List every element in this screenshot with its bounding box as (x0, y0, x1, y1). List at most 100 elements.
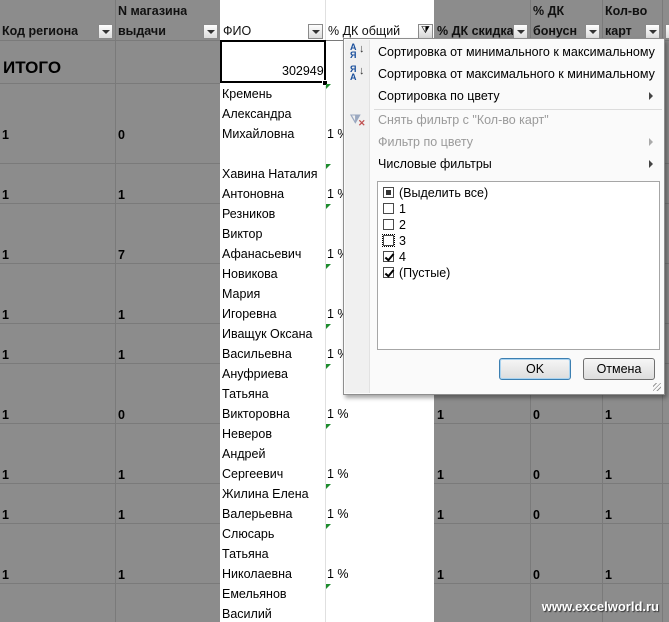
filter-checkbox[interactable] (383, 203, 394, 214)
menu-clear-filter: Снять фильтр с "Кол-во карт" (378, 113, 549, 127)
error-indicator-icon (326, 164, 331, 169)
filter-button-extra[interactable] (665, 24, 669, 39)
filter-button-dk-total[interactable]: ⧩ (418, 24, 433, 39)
sort-descending-icon: Я A ↓ (350, 64, 365, 82)
region-value: 1 (2, 128, 9, 142)
error-indicator-icon (326, 84, 331, 89)
menu-icon-strip (345, 40, 370, 393)
filter-button-fio[interactable] (308, 24, 323, 39)
region-value: 1 (2, 348, 9, 362)
filter-values-list[interactable]: (Выделить все) 1 2 3 4 (Пустые) (377, 181, 660, 350)
submenu-arrow-icon (649, 160, 653, 168)
dk-discount-value: 1 (437, 508, 444, 522)
filter-checkbox[interactable] (382, 234, 395, 247)
region-value: 1 (2, 188, 9, 202)
filter-button-dk-bonus[interactable] (585, 24, 600, 39)
ok-button[interactable]: OK (499, 358, 571, 380)
row-line (0, 363, 220, 364)
region-value: 1 (2, 508, 9, 522)
dk-discount-value: 1 (437, 468, 444, 482)
filter-checkbox[interactable] (383, 251, 394, 262)
filter-value-label[interactable]: 1 (399, 201, 406, 217)
store-value: 1 (118, 188, 125, 202)
filter-value-label[interactable]: 3 (399, 233, 406, 249)
filter-value-label[interactable]: (Пустые) (399, 265, 450, 281)
fio-line: Васильевна (222, 347, 292, 361)
row-line (0, 583, 220, 584)
row-line (0, 203, 220, 204)
row-line (0, 523, 220, 524)
filter-button-region[interactable] (98, 24, 113, 39)
fio-line: Иващук Оксана (222, 327, 313, 341)
filter-checkbox[interactable] (383, 267, 394, 278)
watermark: www.excelworld.ru (541, 599, 659, 614)
fio-line: Игоревна (222, 307, 277, 321)
menu-filter-by-color: Фильтр по цвету (378, 135, 473, 149)
header-store-line2: выдачи (118, 24, 166, 38)
header-dk-bonus-line1: % ДК (533, 4, 565, 18)
error-indicator-icon (326, 524, 331, 529)
filter-button-store[interactable] (203, 24, 218, 39)
dk-bonus-value: 0 (533, 568, 540, 582)
store-value: 1 (118, 348, 125, 362)
filter-checkbox[interactable] (383, 219, 394, 230)
fio-line: Неверов (222, 427, 272, 441)
filter-dropdown-menu: A Я ↓ Сортировка от минимального к максима… (343, 38, 665, 395)
fio-line: Валерьевна (222, 507, 293, 521)
cancel-button[interactable]: Отмена (583, 358, 655, 380)
row-line (0, 423, 220, 424)
clear-filter-icon: ⧩ ✕ (350, 112, 366, 128)
fio-line: Афанасьевич (222, 247, 302, 261)
total-value: 302949 (282, 64, 324, 78)
filter-value-label[interactable]: 4 (399, 249, 406, 265)
filter-checkbox[interactable] (383, 187, 394, 198)
store-value: 1 (118, 308, 125, 322)
header-cards-line1: Кол-во (605, 4, 648, 18)
menu-sort-desc[interactable]: Сортировка от максимального к минимально… (378, 64, 655, 84)
menu-number-filters[interactable]: Числовые фильтры (378, 154, 492, 174)
fio-line: Кремень (222, 87, 273, 101)
filter-value-label[interactable]: (Выделить все) (399, 185, 488, 201)
region-value: 1 (2, 408, 9, 422)
fio-line: Ануфриева (222, 367, 288, 381)
fio-line: Резников (222, 207, 276, 221)
fio-line: Татьяна (222, 547, 269, 561)
row-line (0, 483, 220, 484)
cards-value: 1 (605, 508, 612, 522)
row-line (434, 523, 669, 524)
filter-button-dk-discount[interactable] (513, 24, 528, 39)
filter-button-cards[interactable] (645, 24, 660, 39)
filter-value-label[interactable]: 2 (399, 217, 406, 233)
dk-discount-value: 1 (437, 568, 444, 582)
row-line (0, 323, 220, 324)
row-line (434, 583, 669, 584)
submenu-arrow-icon (649, 92, 653, 100)
cards-value: 1 (605, 468, 612, 482)
region-value: 1 (2, 568, 9, 582)
fio-line: Новикова (222, 267, 278, 281)
fio-line: Василий (222, 607, 272, 621)
dk-total-value: 1 % (327, 567, 349, 581)
store-value: 0 (118, 128, 125, 142)
header-fio: ФИО (223, 24, 252, 38)
header-region: Код региона (2, 24, 79, 38)
row-line (0, 163, 220, 164)
resize-grip-icon[interactable] (653, 383, 661, 391)
fio-line: Слюсарь (222, 527, 275, 541)
fio-line: Татьяна (222, 387, 269, 401)
region-value: 1 (2, 468, 9, 482)
menu-sort-by-color[interactable]: Сортировка по цвету (378, 86, 500, 106)
column-region (0, 0, 115, 622)
region-value: 1 (2, 308, 9, 322)
header-store-line1: N магазина (118, 4, 188, 18)
fio-line: Андрей (222, 447, 266, 461)
dk-total-value: 1 % (327, 467, 349, 481)
store-value: 1 (118, 568, 125, 582)
sort-ascending-icon: A Я ↓ (350, 42, 365, 60)
store-value: 1 (118, 468, 125, 482)
dk-total-value: 1 % (327, 507, 349, 521)
row-line (0, 263, 220, 264)
error-indicator-icon (326, 204, 331, 209)
fio-line: Виктор (222, 227, 263, 241)
menu-sort-asc[interactable]: Сортировка от минимального к максимально… (378, 42, 655, 62)
